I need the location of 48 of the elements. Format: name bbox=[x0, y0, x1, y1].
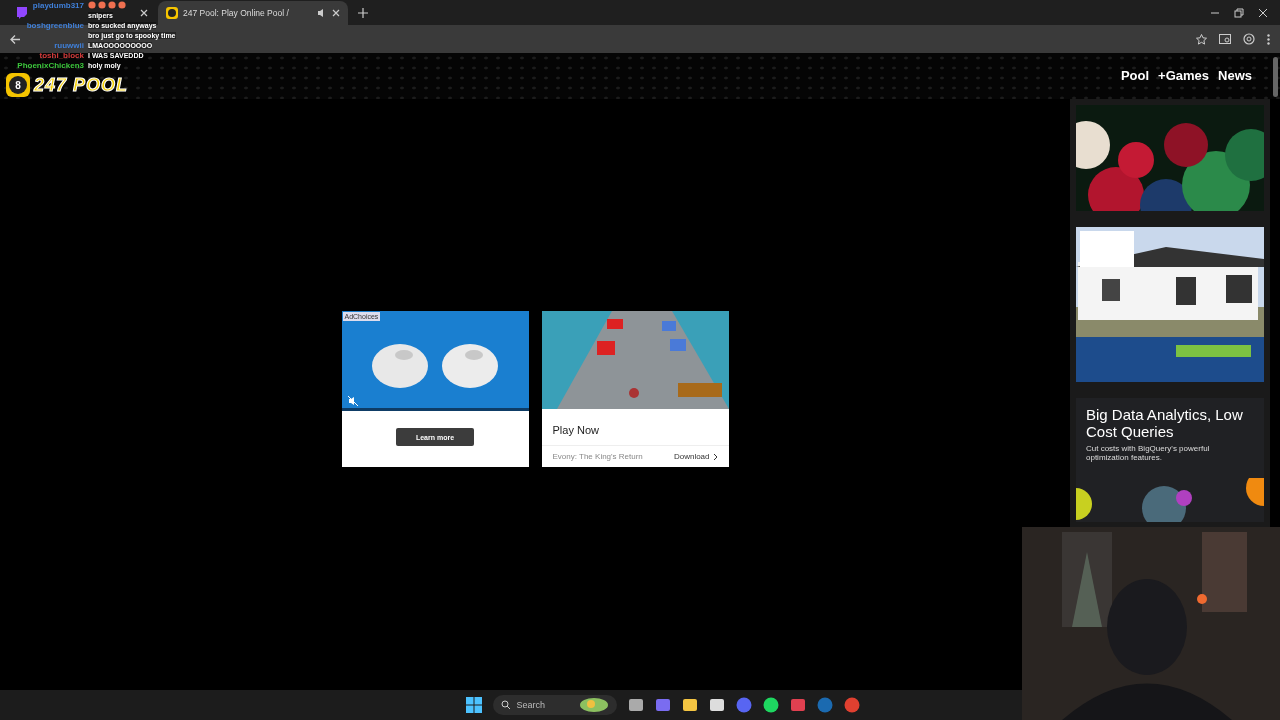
profile-icon[interactable] bbox=[1243, 33, 1255, 45]
text-ad[interactable]: Big Data Analytics, Low Cost Queries Cut costs with BigQuery's powerful optimization features. bbox=[1076, 398, 1264, 522]
search-field[interactable]: Search bbox=[492, 695, 617, 715]
chat-username: playdumb317 bbox=[31, 0, 84, 10]
nav-link[interactable]: Pool bbox=[1120, 67, 1150, 83]
emotes-icon bbox=[88, 1, 128, 9]
search-icon bbox=[500, 700, 511, 710]
site-icon bbox=[166, 7, 178, 19]
files-app-icon[interactable] bbox=[627, 697, 644, 713]
game-app-icon[interactable] bbox=[789, 697, 806, 713]
app-ad[interactable]: Play Now Evony: The King's Return Download bbox=[541, 311, 729, 467]
close-icon[interactable] bbox=[332, 9, 340, 17]
muted-speaker-icon[interactable] bbox=[347, 396, 358, 406]
twitch-icon bbox=[16, 7, 28, 19]
new-tab-icon[interactable] bbox=[358, 8, 368, 18]
folder-app-icon[interactable] bbox=[681, 697, 698, 713]
menu-icon[interactable] bbox=[1267, 33, 1270, 45]
ad-headline: Big Data Analytics, Low Cost Queries bbox=[1086, 406, 1244, 440]
copilot-app-icon[interactable] bbox=[654, 697, 671, 713]
advertiser-name: Evony: The King's Return bbox=[552, 452, 643, 461]
store-app-icon[interactable] bbox=[708, 697, 725, 713]
side-panel-icon[interactable] bbox=[1219, 33, 1231, 45]
steam-app-icon[interactable] bbox=[816, 697, 833, 713]
discord-app-icon[interactable] bbox=[735, 697, 752, 713]
browser-tab[interactable]: 247 Pool: Play Online Pool / bbox=[158, 1, 348, 25]
ad-title: Play Now bbox=[551, 423, 600, 436]
restore-icon[interactable] bbox=[1234, 7, 1244, 18]
chat-username: boshgreenblue bbox=[25, 20, 84, 30]
star-icon[interactable] bbox=[1196, 33, 1207, 45]
spotify-app-icon[interactable] bbox=[762, 697, 779, 713]
landscape-icon bbox=[578, 697, 609, 713]
back-arrow-icon[interactable] bbox=[10, 33, 21, 45]
windows-start-icon[interactable] bbox=[465, 697, 482, 713]
tab-title: 247 Pool: Play Online Pool / bbox=[183, 8, 290, 18]
chat-username: ruuwwii bbox=[53, 40, 84, 50]
eight-ball-logo[interactable]: 8 bbox=[6, 73, 30, 97]
chat-username: PhoenixChicken3 bbox=[16, 60, 84, 70]
chrome-app-icon[interactable] bbox=[843, 697, 860, 713]
ad-description: Cut costs with BigQuery's powerful optimization features. bbox=[1086, 444, 1211, 462]
nav-link[interactable]: News bbox=[1218, 67, 1252, 83]
scrollbar[interactable] bbox=[1273, 57, 1278, 97]
nav-link[interactable]: +Games bbox=[1158, 67, 1210, 83]
close-icon[interactable] bbox=[140, 9, 148, 17]
site-logo[interactable]: 247 POOL bbox=[34, 75, 129, 95]
close-icon[interactable] bbox=[1258, 7, 1268, 18]
chat-username: toshi_block bbox=[38, 50, 84, 60]
download-link[interactable]: Download bbox=[673, 452, 718, 461]
chevron-icon bbox=[712, 452, 718, 461]
